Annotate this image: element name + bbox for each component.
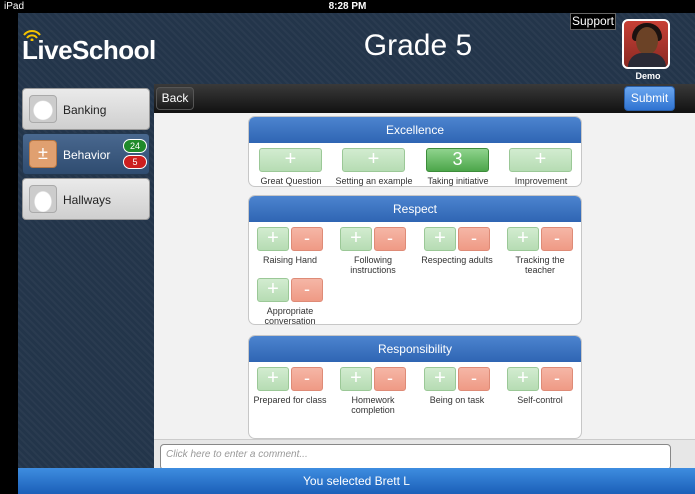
behavior-label: Following instructions <box>350 255 396 275</box>
section-title: Excellence <box>249 117 581 143</box>
setting-example-plus-button[interactable]: + <box>342 148 405 172</box>
behavior-label: Setting an example <box>335 176 413 186</box>
section-responsibility: Responsibility + - Prepared for class + … <box>248 335 582 439</box>
ios-status-bar: iPad 8:28 PM <box>0 0 695 13</box>
respecting-adults-plus-button[interactable]: + <box>424 227 456 251</box>
on-task-minus-button[interactable]: - <box>458 367 490 391</box>
prepared-minus-button[interactable]: - <box>291 367 323 391</box>
following-instructions-minus-button[interactable]: - <box>374 227 406 251</box>
taking-initiative-plus-button[interactable]: 3 <box>426 148 489 172</box>
main-panel: Back Submit Excellence + Great Question … <box>154 84 695 494</box>
plus-minus-icon: ± <box>29 140 57 168</box>
submit-button[interactable]: Submit <box>624 86 675 111</box>
section-title: Responsibility <box>249 336 581 362</box>
back-button[interactable]: Back <box>156 87 194 110</box>
behavior-label: Improvement <box>514 176 568 186</box>
behavior-label: Raising Hand <box>262 255 318 265</box>
following-instructions-plus-button[interactable]: + <box>340 227 372 251</box>
sidebar-item-label: Banking <box>63 103 107 117</box>
behavior-label: Taking initiative <box>427 176 489 186</box>
page-title: Grade 5 <box>363 29 473 62</box>
sidebar-item-banking[interactable]: Banking <box>22 88 150 130</box>
behavior-label: Homework completion <box>351 395 395 415</box>
bell-icon <box>29 185 57 213</box>
behavior-label: Tracking the teacher <box>515 255 565 275</box>
liveschool-logo: LiveSchool <box>22 30 156 66</box>
positive-count-badge: 24 <box>123 139 147 153</box>
behavior-label: Prepared for class <box>253 395 327 405</box>
selection-status-bar: You selected Brett L <box>18 468 695 494</box>
improvement-plus-button[interactable]: + <box>509 148 572 172</box>
sidebar-item-behavior[interactable]: ± Behavior 24 5 <box>22 133 150 175</box>
sidebar-item-label: Hallways <box>63 193 112 207</box>
self-control-plus-button[interactable]: + <box>507 367 539 391</box>
homework-minus-button[interactable]: - <box>374 367 406 391</box>
tracking-teacher-minus-button[interactable]: - <box>541 227 573 251</box>
appropriate-conversation-plus-button[interactable]: + <box>257 278 289 302</box>
behavior-label: Respecting adults <box>421 255 493 265</box>
behavior-label: Great Question <box>260 176 322 186</box>
on-task-plus-button[interactable]: + <box>424 367 456 391</box>
raising-hand-minus-button[interactable]: - <box>291 227 323 251</box>
respecting-adults-minus-button[interactable]: - <box>458 227 490 251</box>
section-respect: Respect + - Raising Hand + - Following i… <box>248 195 582 325</box>
prepared-plus-button[interactable]: + <box>257 367 289 391</box>
great-question-plus-button[interactable]: + <box>259 148 322 172</box>
logo-text: LiveSchool <box>22 35 156 65</box>
comment-input[interactable]: Click here to enter a comment... <box>160 444 671 470</box>
tracking-teacher-plus-button[interactable]: + <box>507 227 539 251</box>
header: LiveSchool Grade 5 Support Demo <box>18 13 695 83</box>
clock: 8:28 PM <box>328 1 367 12</box>
behavior-label: Appropriate conversation <box>264 306 316 325</box>
section-title: Respect <box>249 196 581 222</box>
sidebar-item-label: Behavior <box>63 148 111 162</box>
raising-hand-plus-button[interactable]: + <box>257 227 289 251</box>
toolbar: Back Submit <box>154 84 695 113</box>
negative-count-badge: 5 <box>123 155 147 169</box>
homework-plus-button[interactable]: + <box>340 367 372 391</box>
user-name: Demo <box>635 71 661 81</box>
support-button[interactable]: Support <box>570 13 616 30</box>
signal-icon <box>23 30 41 41</box>
section-excellence: Excellence + Great Question + Setting an… <box>248 116 582 187</box>
app-window: LiveSchool Grade 5 Support Demo Banking … <box>18 13 695 494</box>
piggy-bank-icon <box>29 95 57 123</box>
behavior-label: Self-control <box>517 395 563 405</box>
self-control-minus-button[interactable]: - <box>541 367 573 391</box>
appropriate-conversation-minus-button[interactable]: - <box>291 278 323 302</box>
sidebar-item-hallways[interactable]: Hallways <box>22 178 150 220</box>
behavior-label: Being on task <box>429 395 485 405</box>
avatar[interactable] <box>622 19 670 69</box>
behavior-list[interactable]: Excellence + Great Question + Setting an… <box>154 113 695 439</box>
